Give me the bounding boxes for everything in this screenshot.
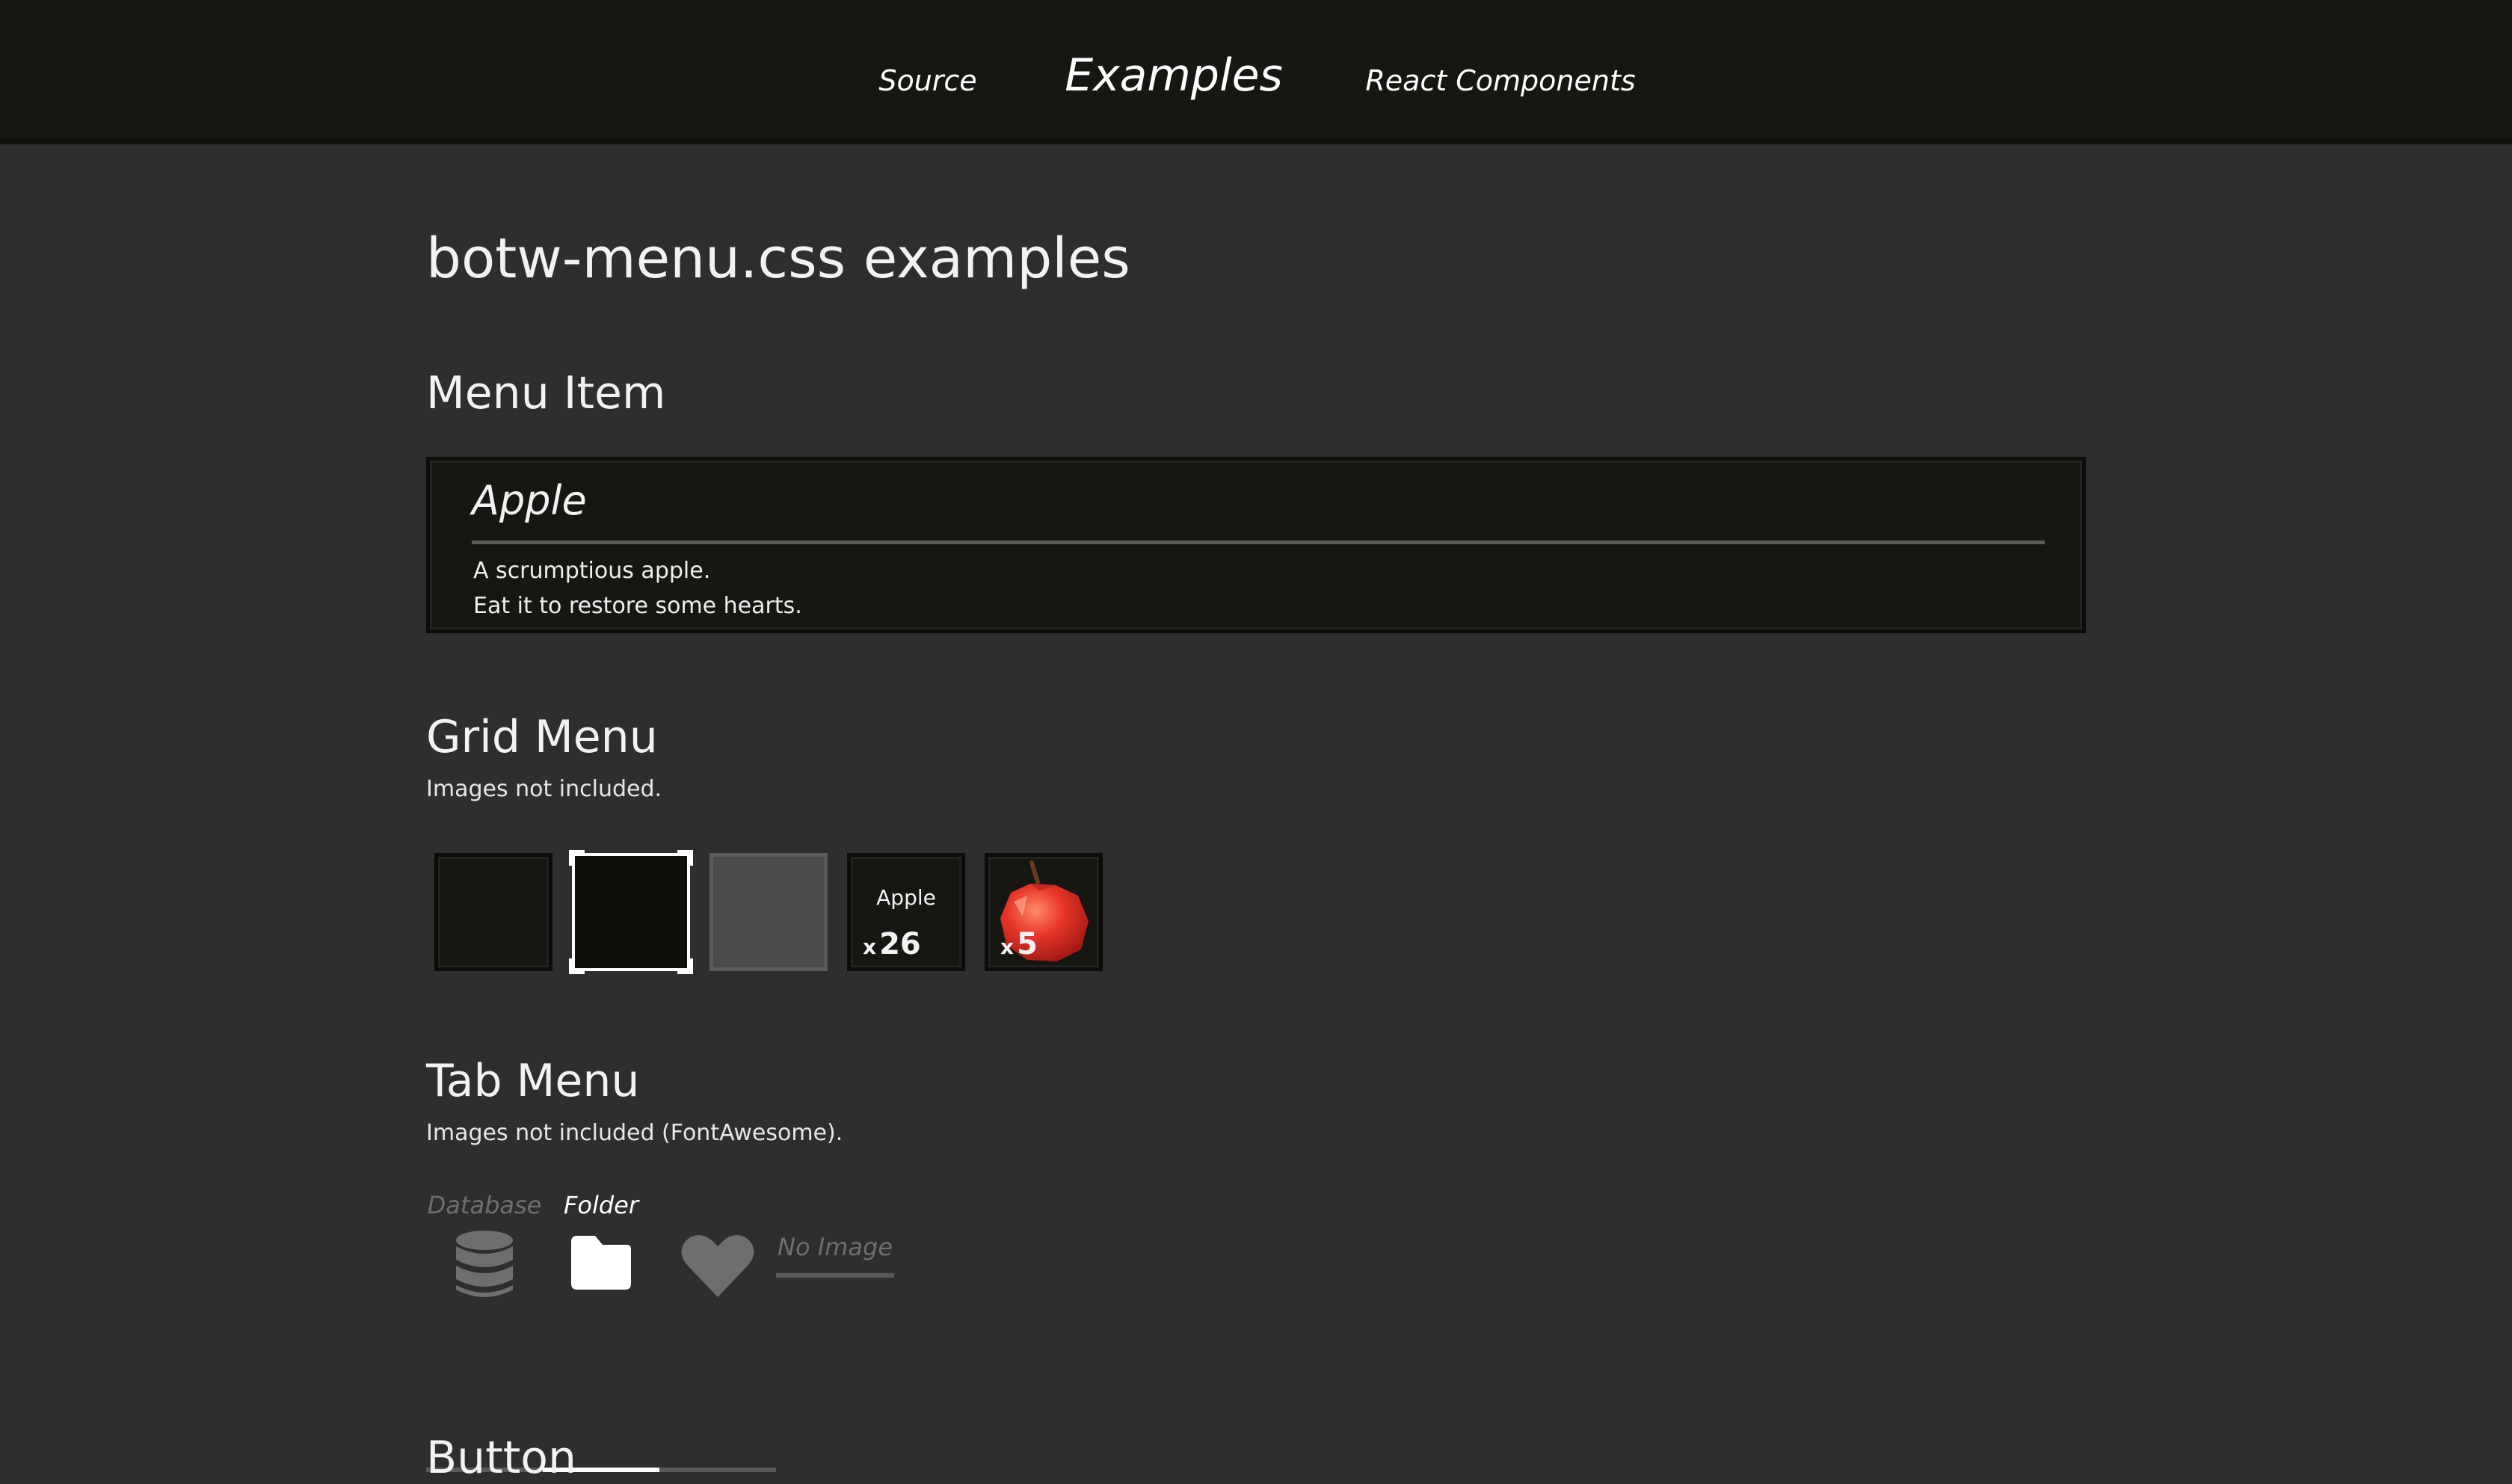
grid-menu-subtitle: Images not included. (426, 776, 662, 802)
quantity-prefix: x (863, 935, 877, 959)
menu-item-description-line-1: A scrumptious apple. (473, 558, 711, 584)
tab-label-database: Database (427, 1191, 542, 1219)
section-title-tab-menu: Tab Menu (426, 1055, 640, 1107)
menu-item-description-line-2: Eat it to restore some hearts. (473, 593, 802, 619)
quantity-value: 5 (1017, 927, 1038, 961)
selection-corner-bottom-left (569, 958, 585, 974)
grid-cell-apple-image[interactable]: x5 (985, 853, 1103, 971)
page-title: botw-menu.css examples (426, 227, 1130, 291)
grid-cell-quantity: x 26 (863, 927, 921, 961)
nav-link-react-components[interactable]: React Components (1365, 64, 1635, 97)
selection-corner-bottom-right (677, 958, 693, 974)
tab-heart[interactable] (659, 1191, 776, 1477)
nav-link-source[interactable]: Source (878, 64, 976, 97)
heart-icon (681, 1235, 754, 1297)
folder-icon (571, 1236, 631, 1290)
menu-item-divider (472, 541, 2045, 544)
section-title-grid-menu: Grid Menu (426, 711, 658, 763)
quantity-value: 26 (879, 927, 921, 961)
grid-cell-empty[interactable] (434, 853, 552, 971)
menu-item-card[interactable]: Apple A scrumptious apple. Eat it to res… (426, 457, 2086, 633)
grid-cell-disabled (709, 853, 828, 971)
grid-cell-quantity: x5 (1000, 927, 1038, 961)
nav-link-examples[interactable]: Examples (1065, 49, 1283, 102)
tab-label-no-image: No Image (778, 1233, 893, 1261)
quantity-prefix: x (1000, 935, 1015, 959)
grid-cell-selected[interactable] (569, 850, 693, 974)
tab-underline (776, 1273, 894, 1278)
tab-underline (659, 1468, 776, 1472)
menu-item-name: Apple (472, 477, 587, 524)
grid-cell-apple-named[interactable]: Apple x 26 (847, 853, 965, 971)
selection-corner-top-right (677, 850, 693, 866)
tab-no-image[interactable]: No Image (776, 1191, 894, 1477)
top-navigation: Source Examples React Components (0, 0, 2512, 144)
section-title-button: Button (426, 1432, 576, 1484)
grid-cell-item-name: Apple (876, 885, 936, 910)
section-title-menu-item: Menu Item (426, 367, 666, 419)
database-icon (456, 1231, 513, 1297)
tab-label-folder: Folder (563, 1191, 639, 1219)
tab-menu-subtitle: Images not included (FontAwesome). (426, 1120, 843, 1146)
selection-corner-top-left (569, 850, 585, 866)
